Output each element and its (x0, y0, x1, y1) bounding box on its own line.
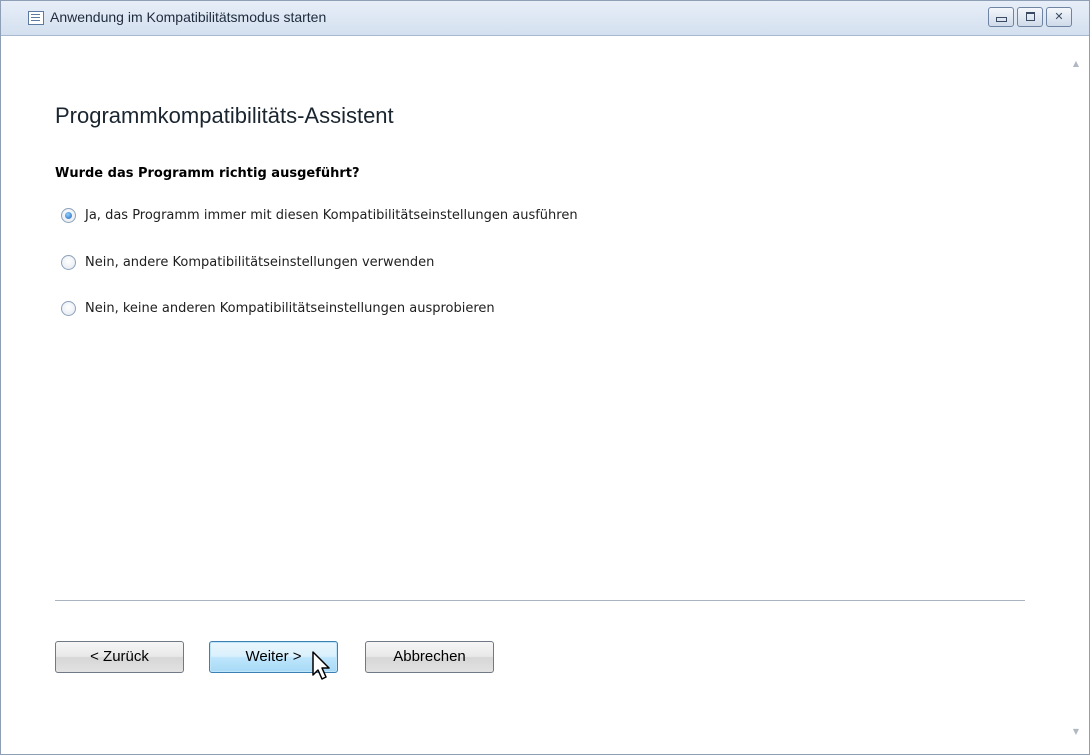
option-no-dont-try[interactable]: Nein, keine anderen Kompatibilitätseinst… (61, 299, 495, 317)
window-controls: ✕ (988, 7, 1072, 27)
window-title: Anwendung im Kompatibilitätsmodus starte… (50, 9, 327, 25)
maximize-icon (1025, 12, 1035, 21)
option-yes-keep-settings[interactable]: Ja, das Programm immer mit diesen Kompat… (61, 206, 578, 224)
option-label: Nein, andere Kompatibilitätseinstellunge… (85, 254, 435, 270)
mouse-pointer-icon (312, 651, 330, 680)
option-label: Nein, keine anderen Kompatibilitätseinst… (85, 300, 495, 316)
radio-no-try[interactable] (61, 300, 76, 316)
maximize-button[interactable] (1017, 7, 1043, 27)
close-icon: ✕ (1054, 10, 1064, 23)
radio-no-other[interactable] (61, 254, 76, 270)
back-button[interactable]: < Zurück (55, 641, 184, 673)
radio-yes[interactable] (61, 207, 76, 223)
separator (55, 600, 1025, 601)
dialog-window: Anwendung im Kompatibilitätsmodus starte… (0, 0, 1090, 755)
scroll-down-arrow-icon[interactable]: ▼ (1071, 727, 1081, 736)
title-bar[interactable]: Anwendung im Kompatibilitätsmodus starte… (1, 1, 1089, 36)
page-title: Programmkompatibilitäts-Assistent (55, 103, 394, 128)
option-no-other-settings[interactable]: Nein, andere Kompatibilitätseinstellunge… (61, 253, 434, 271)
question-label: Wurde das Programm richtig ausgeführt? (55, 166, 360, 181)
minimize-button[interactable] (988, 7, 1014, 27)
scroll-up-arrow-icon[interactable]: ▲ (1071, 59, 1081, 68)
cancel-button[interactable]: Abbrechen (365, 641, 494, 673)
window-list-icon (28, 11, 44, 25)
minimize-icon (995, 17, 1007, 22)
close-button[interactable]: ✕ (1046, 7, 1072, 27)
option-label: Ja, das Programm immer mit diesen Kompat… (85, 207, 578, 223)
